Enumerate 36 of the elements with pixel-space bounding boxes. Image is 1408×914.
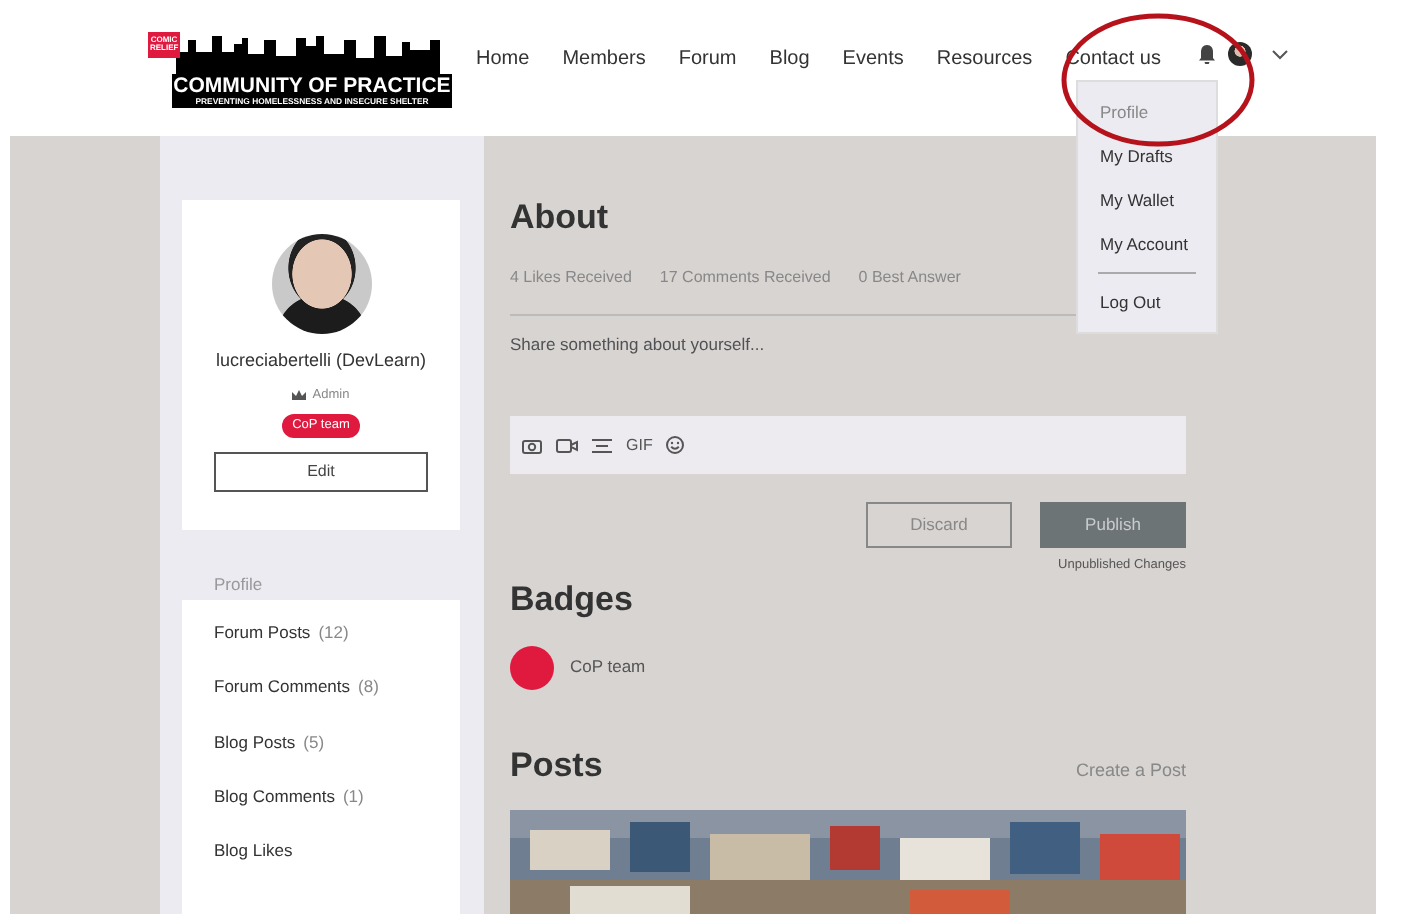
badge-name: CoP team [570,654,646,681]
nav-link[interactable]: Resources [936,44,1033,74]
sidebar-item[interactable]: Forum Posts (12) [182,606,460,661]
smiley-icon[interactable] [666,436,685,454]
sidebar-item[interactable]: Blog Comments (1) [182,769,460,825]
sidebar-heading: Profile [214,572,265,598]
crown-icon [292,389,307,400]
stat-text: 4 Likes Received [510,266,632,290]
edit-button[interactable]: Edit [214,452,428,492]
nav-link[interactable]: Events [842,44,904,74]
menu-item[interactable]: My Drafts [1078,134,1216,178]
section-title: Posts [510,747,603,782]
divider-icon[interactable] [592,437,612,453]
nav-link[interactable]: Blog [769,44,810,74]
menu-item[interactable]: My Wallet [1078,178,1216,222]
stat-text: 17 Comments Received [659,266,831,290]
user-name: lucreciabertelli (DevLearn) [215,348,427,374]
sidebar-item[interactable]: Blog Likes [182,824,460,879]
section-title: About [510,200,609,234]
stat-text: 0 Best Answer [858,266,961,290]
about-field[interactable]: Share something about yourself... [510,332,1186,416]
nav-link[interactable]: Members [562,44,646,74]
video-camera-icon[interactable] [556,437,578,453]
section-title: Badges [510,581,633,616]
gif-button[interactable]: GIF [626,433,653,457]
avatar [271,234,371,334]
menu-item[interactable]: My Account [1078,222,1216,266]
sidebar-item[interactable]: Forum Comments (8) [182,660,460,716]
bell-icon[interactable] [1198,44,1216,64]
logo-title: COMMUNITY OF PRACTICE [172,74,452,97]
nav-link[interactable]: Home [476,44,530,74]
nav-link[interactable]: Forum [678,44,737,74]
chevron-down-icon[interactable] [1272,49,1288,59]
menu-item[interactable]: Log Out [1078,280,1216,324]
sidebar-item[interactable]: Blog Posts (5) [182,715,460,770]
camera-icon[interactable] [522,437,542,453]
